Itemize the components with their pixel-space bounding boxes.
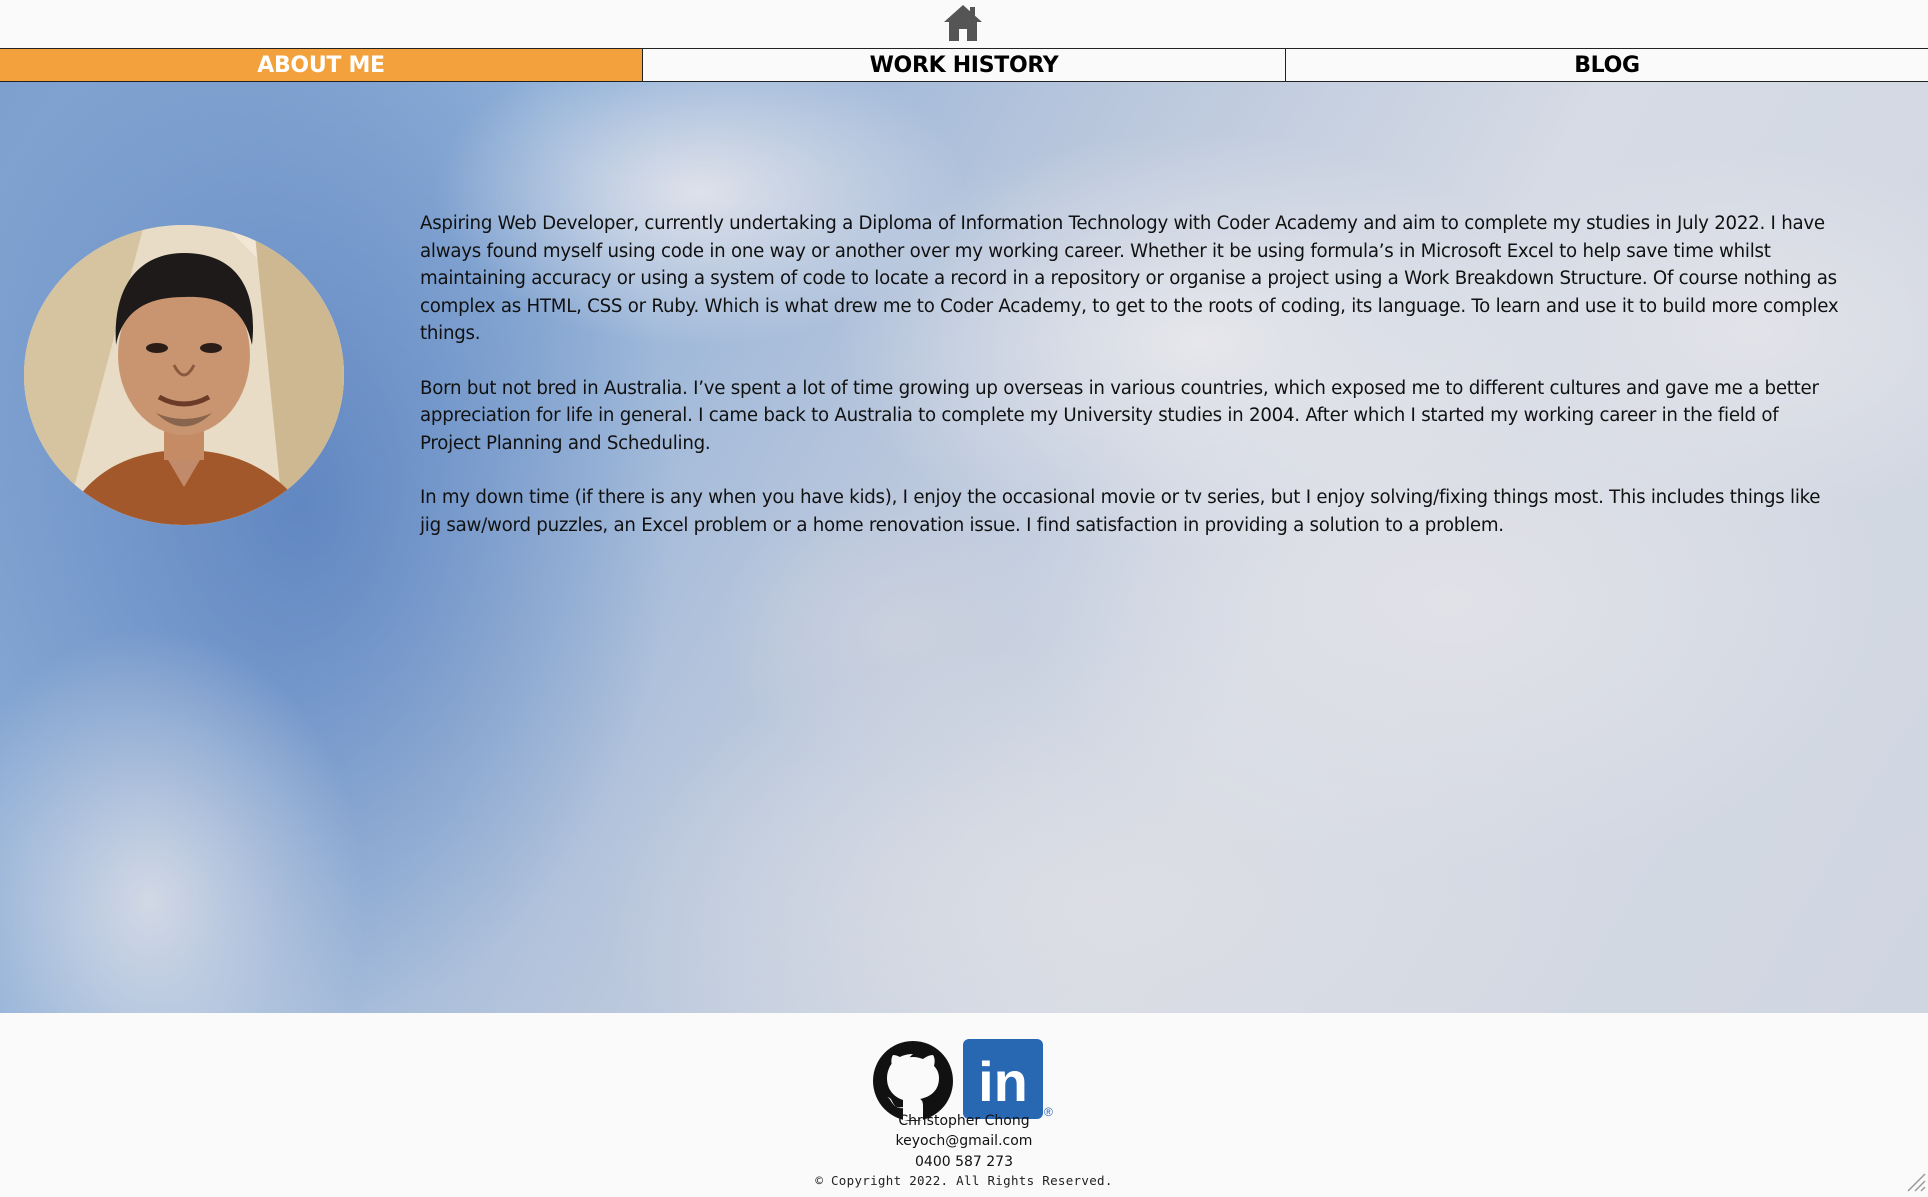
contact-name: Christopher Chong: [898, 1113, 1030, 1129]
nav-tab-work-history[interactable]: WORK HISTORY: [643, 49, 1286, 81]
resize-handle-icon[interactable]: [1904, 1170, 1926, 1192]
copyright-text: © Copyright 2022. All Rights Reserved.: [815, 1173, 1113, 1188]
header: [0, 0, 1928, 48]
about-section: Aspiring Web Developer, currently undert…: [0, 82, 1928, 1013]
github-icon[interactable]: [872, 1040, 954, 1122]
nav-tab-blog[interactable]: BLOG: [1286, 49, 1928, 81]
about-text: Aspiring Web Developer, currently undert…: [420, 210, 1840, 566]
footer: in ® Christopher Chong keyoch@gmail.com …: [0, 1013, 1928, 1194]
social-links: in ®: [872, 1026, 1062, 1122]
linkedin-logo-text: in: [978, 1050, 1028, 1113]
main-nav: ABOUT ME WORK HISTORY BLOG: [0, 48, 1928, 82]
nav-tab-about-me[interactable]: ABOUT ME: [0, 49, 643, 81]
linkedin-icon[interactable]: in: [963, 1039, 1043, 1119]
profile-photo: [24, 225, 344, 525]
contact-phone: 0400 587 273: [915, 1154, 1013, 1170]
home-icon[interactable]: [942, 2, 984, 44]
about-paragraph-2: Born but not bred in Australia. I’ve spe…: [420, 377, 1819, 454]
contact-email: keyoch@gmail.com: [895, 1133, 1033, 1149]
about-paragraph-3: In my down time (if there is any when yo…: [420, 487, 1821, 536]
about-paragraph-1: Aspiring Web Developer, currently undert…: [420, 213, 1839, 344]
